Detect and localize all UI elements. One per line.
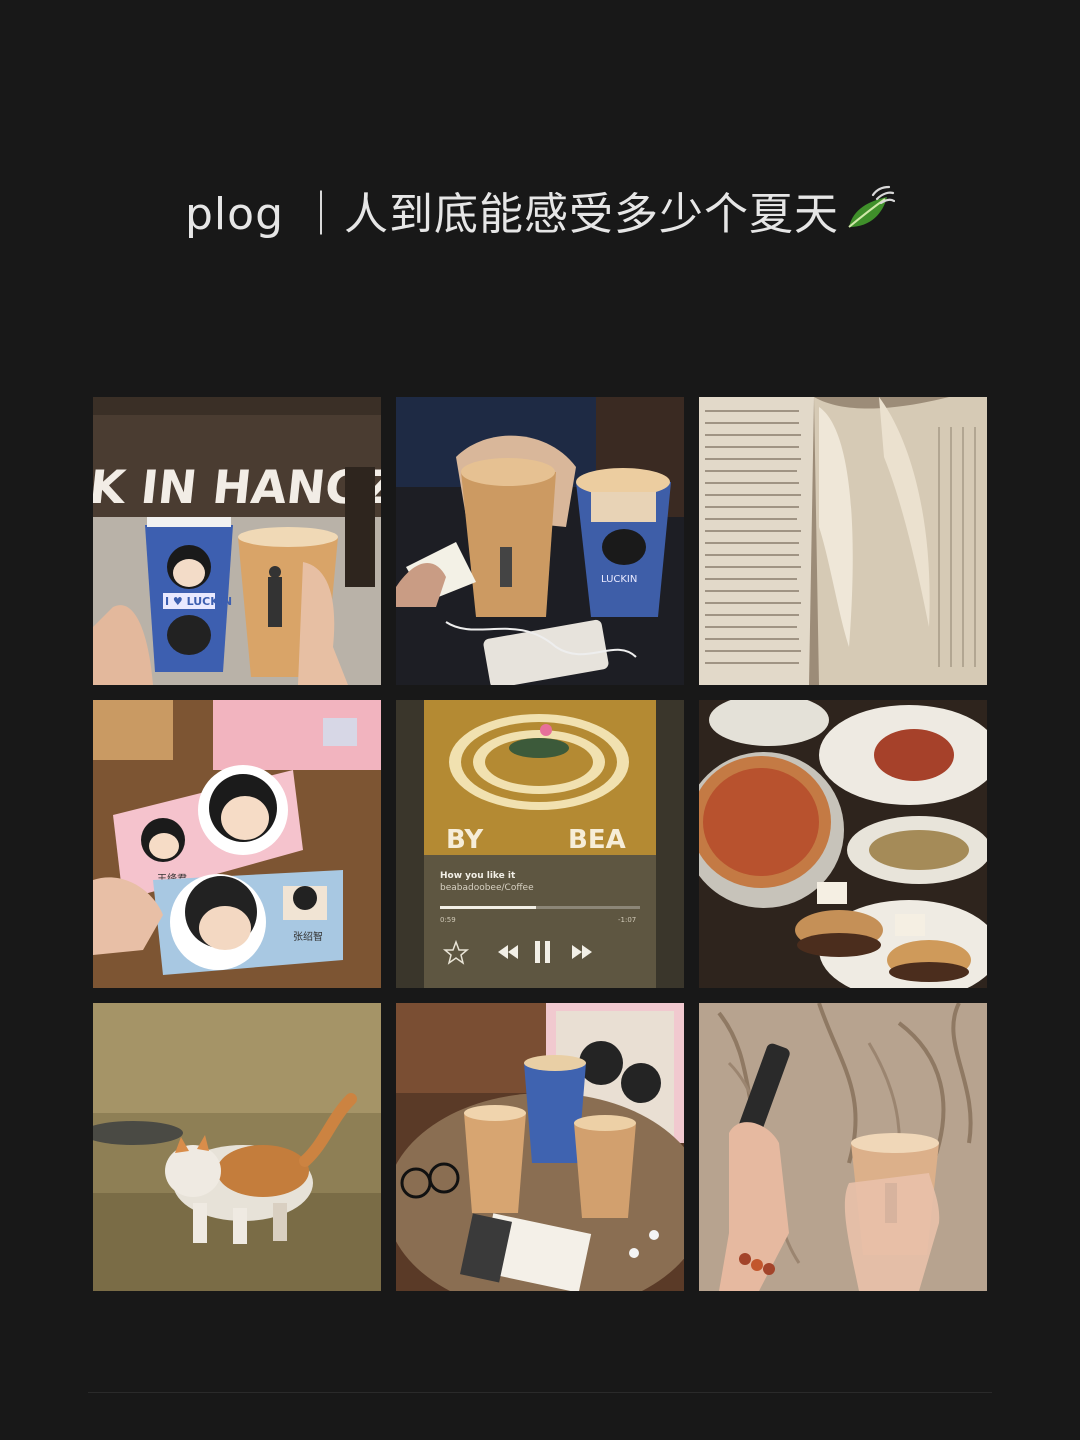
anime-stickers-photo: 王绛君 张绍智 [93,700,381,988]
iced-coffee-headphones-photo: LUCKIN [396,397,684,685]
orange-white-cat-photo [93,1003,381,1291]
photo-tile[interactable] [396,1003,684,1291]
cup-text: I ♥ LUCKIN [165,595,232,608]
photo-tile[interactable]: LUCKIN [396,397,684,685]
coffee-cups-hangzhou-photo: K IN HANGZHOU I ♥ LUCKIN [93,397,381,685]
post-title: plog ｜人到底能感受多少个夏天 [0,178,1080,246]
cafe-table-drinks-photo [396,1003,684,1291]
photo-tile[interactable] [93,1003,381,1291]
photo-tile[interactable]: 王绛君 张绍智 [93,700,381,988]
photo-tile[interactable]: BY BEA How you like it beabadoobee/Coffe… [396,700,684,988]
time-remaining: -1:07 [618,916,636,924]
song-artist: beabadoobee/Coffee [440,883,534,893]
bottom-divider [88,1392,992,1393]
leaf-emoji-icon [843,183,896,246]
progress-fill [440,906,536,909]
album-text-left: BY [446,825,484,855]
hand-holding-latte-photo [699,1003,987,1291]
photo-tile[interactable]: K IN HANGZHOU I ♥ LUCKIN [93,397,381,685]
music-player-screenshot-photo: BY BEA How you like it beabadoobee/Coffe… [396,700,684,988]
post-title-text: plog ｜人到底能感受多少个夏天 [185,189,839,240]
photo-grid: K IN HANGZHOU I ♥ LUCKIN LUCKIN 张绍智 BY B… [93,397,987,1291]
photo-tile[interactable] [699,700,987,988]
cup-text: LUCKIN [601,574,637,585]
sign-text: K IN HANGZHOU [93,460,381,514]
sticker-name: 张绍智 [293,930,323,943]
photo-tile[interactable] [699,1003,987,1291]
album-text-right: BEA [568,825,626,855]
pizza-pasta-dinner-photo [699,700,987,988]
open-book-photo [699,397,987,685]
song-title: How you like it [440,871,516,881]
time-elapsed: 0:59 [440,916,456,924]
photo-tile[interactable] [699,397,987,685]
